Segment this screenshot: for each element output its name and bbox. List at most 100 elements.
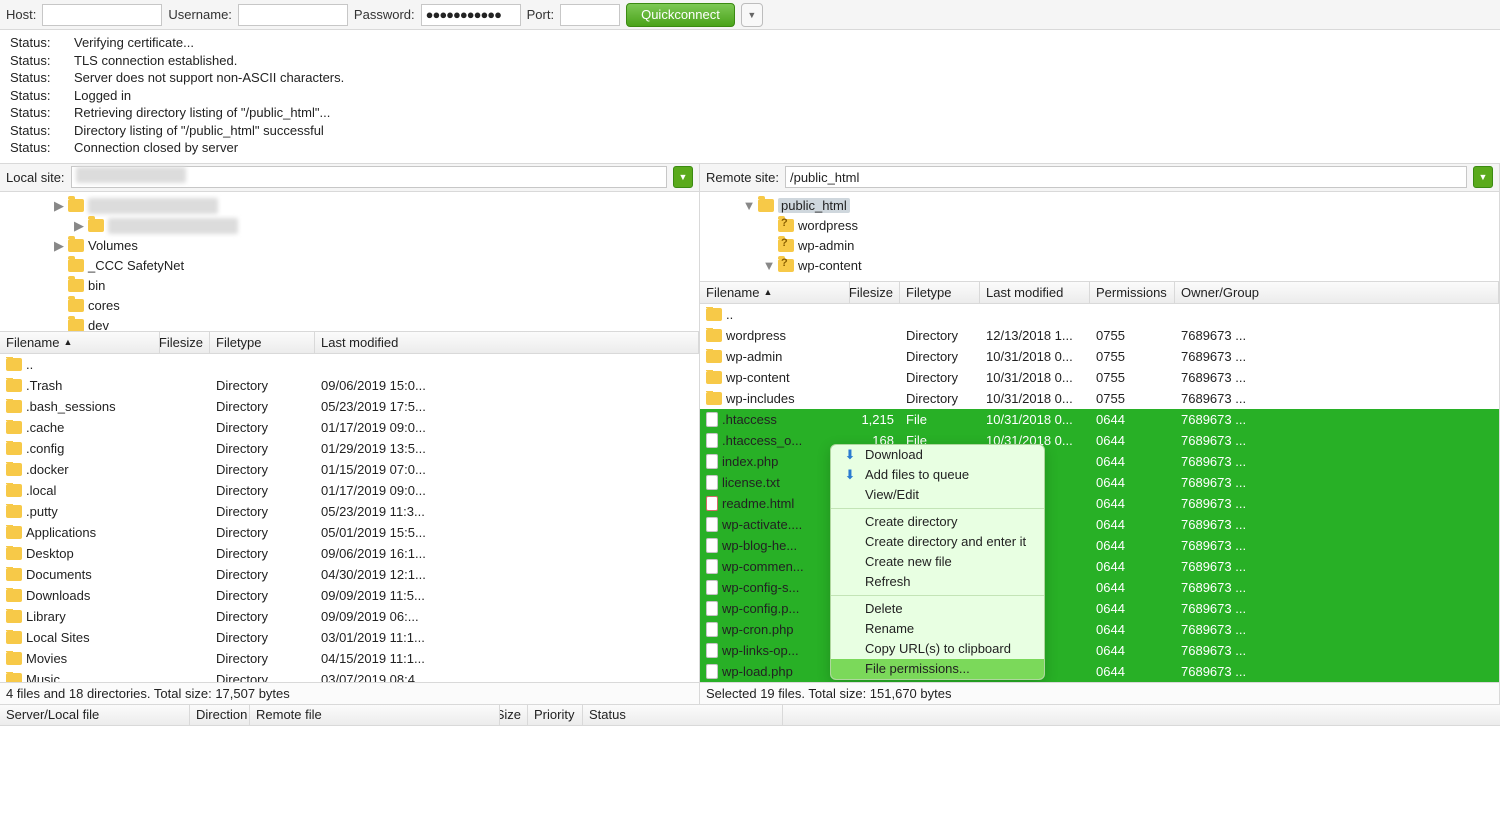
tree-item[interactable]: bin [14, 276, 699, 296]
list-item[interactable]: wp-adminDirectory10/31/2018 0...07557689… [700, 346, 1499, 367]
list-item[interactable]: .localDirectory01/17/2019 09:0... [0, 480, 699, 501]
tree-item[interactable]: ▶ [14, 196, 699, 216]
col-filesize[interactable]: Filesize [850, 282, 900, 303]
tree-item[interactable]: wordpress [714, 216, 1499, 236]
list-item[interactable]: wp-load.php8 0...06447689673 ... [700, 661, 1499, 682]
list-item[interactable]: license.txt8 0...06447689673 ... [700, 472, 1499, 493]
tree-twisty-icon[interactable]: ▼ [764, 258, 774, 273]
file-name: Documents [26, 567, 92, 582]
tree-twisty-icon[interactable]: ▶ [74, 218, 84, 234]
local-site-dropdown[interactable]: ▼ [673, 166, 693, 188]
tree-item[interactable]: wp-admin [714, 236, 1499, 256]
menu-item[interactable]: ⬇Add files to queue [831, 465, 1044, 485]
list-item[interactable]: MusicDirectory03/07/2019 08:4... [0, 669, 699, 682]
quickconnect-button[interactable]: Quickconnect [626, 3, 735, 27]
list-item[interactable]: wp-activate....8 0...06447689673 ... [700, 514, 1499, 535]
list-item[interactable]: wp-blog-he...8 0...06447689673 ... [700, 535, 1499, 556]
username-input[interactable] [238, 4, 348, 26]
queue-col[interactable]: Server/Local file [0, 705, 190, 725]
menu-item[interactable]: Create new file [831, 552, 1044, 572]
queue-col[interactable]: Status [583, 705, 783, 725]
folder-icon [706, 350, 722, 363]
list-item[interactable]: wp-links-op...8 0...06447689673 ... [700, 640, 1499, 661]
remote-file-list[interactable]: ..wordpressDirectory12/13/2018 1...07557… [700, 304, 1499, 682]
queue-col[interactable]: Priority [528, 705, 583, 725]
col-filename[interactable]: Filename▲ [0, 332, 160, 353]
remote-tree[interactable]: ▼public_htmlwordpresswp-admin▼wp-content [700, 192, 1499, 282]
list-item[interactable]: wp-cron.php8 0...06447689673 ... [700, 619, 1499, 640]
folder-icon [706, 329, 722, 342]
col-owner[interactable]: Owner/Group [1175, 282, 1499, 303]
col-filesize[interactable]: Filesize [160, 332, 210, 353]
list-item[interactable]: DesktopDirectory09/06/2019 16:1... [0, 543, 699, 564]
list-item[interactable]: .. [0, 354, 699, 375]
local-file-list[interactable]: ...TrashDirectory09/06/2019 15:0....bash… [0, 354, 699, 682]
password-input[interactable] [421, 4, 521, 26]
remote-site-input[interactable] [785, 166, 1467, 188]
list-item[interactable]: DocumentsDirectory04/30/2019 12:1... [0, 564, 699, 585]
file-type: Directory [210, 378, 315, 393]
col-filetype[interactable]: Filetype [900, 282, 980, 303]
list-item[interactable]: wp-config-s...8 0...06447689673 ... [700, 577, 1499, 598]
list-item[interactable]: .puttyDirectory05/23/2019 11:3... [0, 501, 699, 522]
tree-item[interactable]: _CCC SafetyNet [14, 256, 699, 276]
tree-twisty-icon[interactable]: ▶ [54, 198, 64, 214]
file-name: readme.html [722, 496, 794, 511]
list-item[interactable]: .htaccess1,215File10/31/2018 0...0644768… [700, 409, 1499, 430]
remote-site-dropdown[interactable]: ▼ [1473, 166, 1493, 188]
file-perm: 0644 [1090, 601, 1175, 616]
list-item[interactable]: LibraryDirectory09/09/2019 06:... [0, 606, 699, 627]
list-item[interactable]: wp-includesDirectory10/31/2018 0...07557… [700, 388, 1499, 409]
menu-item[interactable]: View/Edit [831, 485, 1044, 505]
menu-item[interactable]: Create directory and enter it [831, 532, 1044, 552]
host-input[interactable] [42, 4, 162, 26]
menu-item[interactable]: ⬇Download [831, 445, 1044, 465]
list-item[interactable]: Local SitesDirectory03/01/2019 11:1... [0, 627, 699, 648]
tree-item[interactable]: ▶ [14, 216, 699, 236]
list-item[interactable]: wp-commen...8 0...06447689673 ... [700, 556, 1499, 577]
list-item[interactable]: index.php8 0...06447689673 ... [700, 451, 1499, 472]
menu-item[interactable]: Copy URL(s) to clipboard [831, 639, 1044, 659]
menu-item[interactable]: Delete [831, 599, 1044, 619]
menu-item[interactable]: File permissions... [831, 659, 1044, 679]
queue-col[interactable]: Size [500, 705, 528, 725]
log-message: Verifying certificate... [74, 34, 194, 52]
list-item[interactable]: ApplicationsDirectory05/01/2019 15:5... [0, 522, 699, 543]
col-filetype[interactable]: Filetype [210, 332, 315, 353]
list-item[interactable]: .configDirectory01/29/2019 13:5... [0, 438, 699, 459]
col-filename[interactable]: Filename▲ [700, 282, 850, 303]
tree-twisty-icon[interactable]: ▶ [54, 238, 64, 254]
list-item[interactable]: .cacheDirectory01/17/2019 09:0... [0, 417, 699, 438]
menu-item[interactable]: Create directory [831, 512, 1044, 532]
queue-col[interactable]: Remote file [250, 705, 500, 725]
tree-item[interactable]: ▼wp-content [714, 256, 1499, 276]
col-permissions[interactable]: Permissions [1090, 282, 1175, 303]
list-item[interactable]: MoviesDirectory04/15/2019 11:1... [0, 648, 699, 669]
col-lastmod[interactable]: Last modified [315, 332, 699, 353]
list-item[interactable]: .dockerDirectory01/15/2019 07:0... [0, 459, 699, 480]
tree-item[interactable]: ▼public_html [714, 196, 1499, 216]
list-item[interactable]: .. [700, 304, 1499, 325]
menu-item[interactable]: Refresh [831, 572, 1044, 592]
list-item[interactable]: DownloadsDirectory09/09/2019 11:5... [0, 585, 699, 606]
file-perm: 0644 [1090, 559, 1175, 574]
local-tree[interactable]: ▶▶▶Volumes_CCC SafetyNetbincoresdevetc [0, 192, 699, 332]
tree-twisty-icon[interactable]: ▼ [744, 198, 754, 213]
list-item[interactable]: wp-contentDirectory10/31/2018 0...075576… [700, 367, 1499, 388]
list-item[interactable]: .htaccess_o...168File10/31/2018 0...0644… [700, 430, 1499, 451]
tree-item[interactable]: cores [14, 296, 699, 316]
tree-item[interactable]: ▶Volumes [14, 236, 699, 256]
local-site-input[interactable] [71, 166, 667, 188]
list-item[interactable]: .TrashDirectory09/06/2019 15:0... [0, 375, 699, 396]
list-item[interactable]: wp-config.p...19 1...06447689673 ... [700, 598, 1499, 619]
tree-item[interactable]: dev [14, 316, 699, 332]
remote-status: Selected 19 files. Total size: 151,670 b… [700, 682, 1499, 704]
port-input[interactable] [560, 4, 620, 26]
queue-col[interactable]: Direction [190, 705, 250, 725]
list-item[interactable]: wordpressDirectory12/13/2018 1...0755768… [700, 325, 1499, 346]
list-item[interactable]: readme.html8 0...06447689673 ... [700, 493, 1499, 514]
quickconnect-dropdown[interactable]: ▼ [741, 3, 763, 27]
col-lastmod[interactable]: Last modified [980, 282, 1090, 303]
list-item[interactable]: .bash_sessionsDirectory05/23/2019 17:5..… [0, 396, 699, 417]
folder-icon [68, 239, 84, 252]
